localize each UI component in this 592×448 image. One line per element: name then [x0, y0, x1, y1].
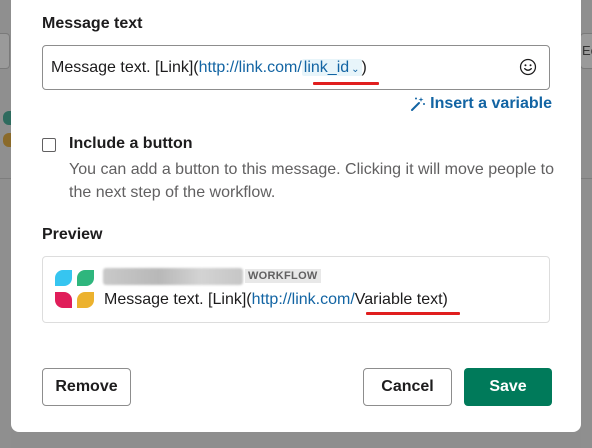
- background-left-panel: [0, 0, 13, 448]
- chevron-down-icon: ⌄: [351, 64, 360, 75]
- include-button-checkbox[interactable]: [42, 138, 56, 152]
- message-text-suffix: ): [361, 59, 367, 76]
- blurred-workflow-name: [103, 268, 243, 285]
- message-text-prefix: Message text. [Link](: [51, 59, 199, 76]
- include-button-help-text: You can add a button to this message. Cl…: [69, 161, 555, 201]
- preview-message-text: Message text. [Link](http://link.com/Var…: [104, 291, 448, 309]
- background-divider: [0, 178, 11, 179]
- preview-variable-text: Variable text: [354, 291, 443, 308]
- cancel-button[interactable]: Cancel: [363, 368, 452, 406]
- annotation-underline: [366, 312, 460, 315]
- smiley-face-icon[interactable]: [519, 58, 537, 76]
- background-input-edge: [0, 33, 10, 69]
- background-partial-text: Ec: [582, 43, 592, 58]
- preview-text-suffix: ): [442, 291, 448, 308]
- edit-message-modal: Message text Message text. [Link](http:/…: [11, 0, 581, 432]
- message-link-base: http://link.com/: [198, 59, 302, 76]
- preview-label: Preview: [42, 226, 103, 243]
- insert-variable-button[interactable]: Insert a variable: [410, 95, 552, 113]
- variable-token-link-id[interactable]: link_id ⌄: [301, 59, 362, 76]
- annotation-underline: [313, 82, 379, 85]
- message-text-label: Message text: [42, 15, 143, 32]
- insert-variable-label: Insert a variable: [430, 95, 552, 112]
- background-right-panel: Ec: [580, 0, 592, 448]
- message-text-input[interactable]: Message text. [Link](http://link.com/lin…: [42, 45, 550, 90]
- include-button-label[interactable]: Include a button: [69, 135, 193, 153]
- background-divider: [581, 178, 592, 179]
- workflow-app-icon: [55, 270, 94, 308]
- message-preview: WORKFLOW Message text. [Link](http://lin…: [42, 256, 550, 323]
- message-text-content[interactable]: Message text. [Link](http://link.com/lin…: [51, 59, 367, 77]
- background-right-edge: Ec: [580, 33, 592, 69]
- workflow-badge: WORKFLOW: [245, 269, 321, 283]
- preview-link-base: http://link.com/: [251, 291, 355, 308]
- magic-wand-icon: [411, 97, 426, 111]
- save-button[interactable]: Save: [464, 368, 552, 406]
- variable-token-label: link_id: [303, 59, 350, 76]
- remove-button[interactable]: Remove: [42, 368, 131, 406]
- preview-text-prefix: Message text. [Link](: [104, 291, 252, 308]
